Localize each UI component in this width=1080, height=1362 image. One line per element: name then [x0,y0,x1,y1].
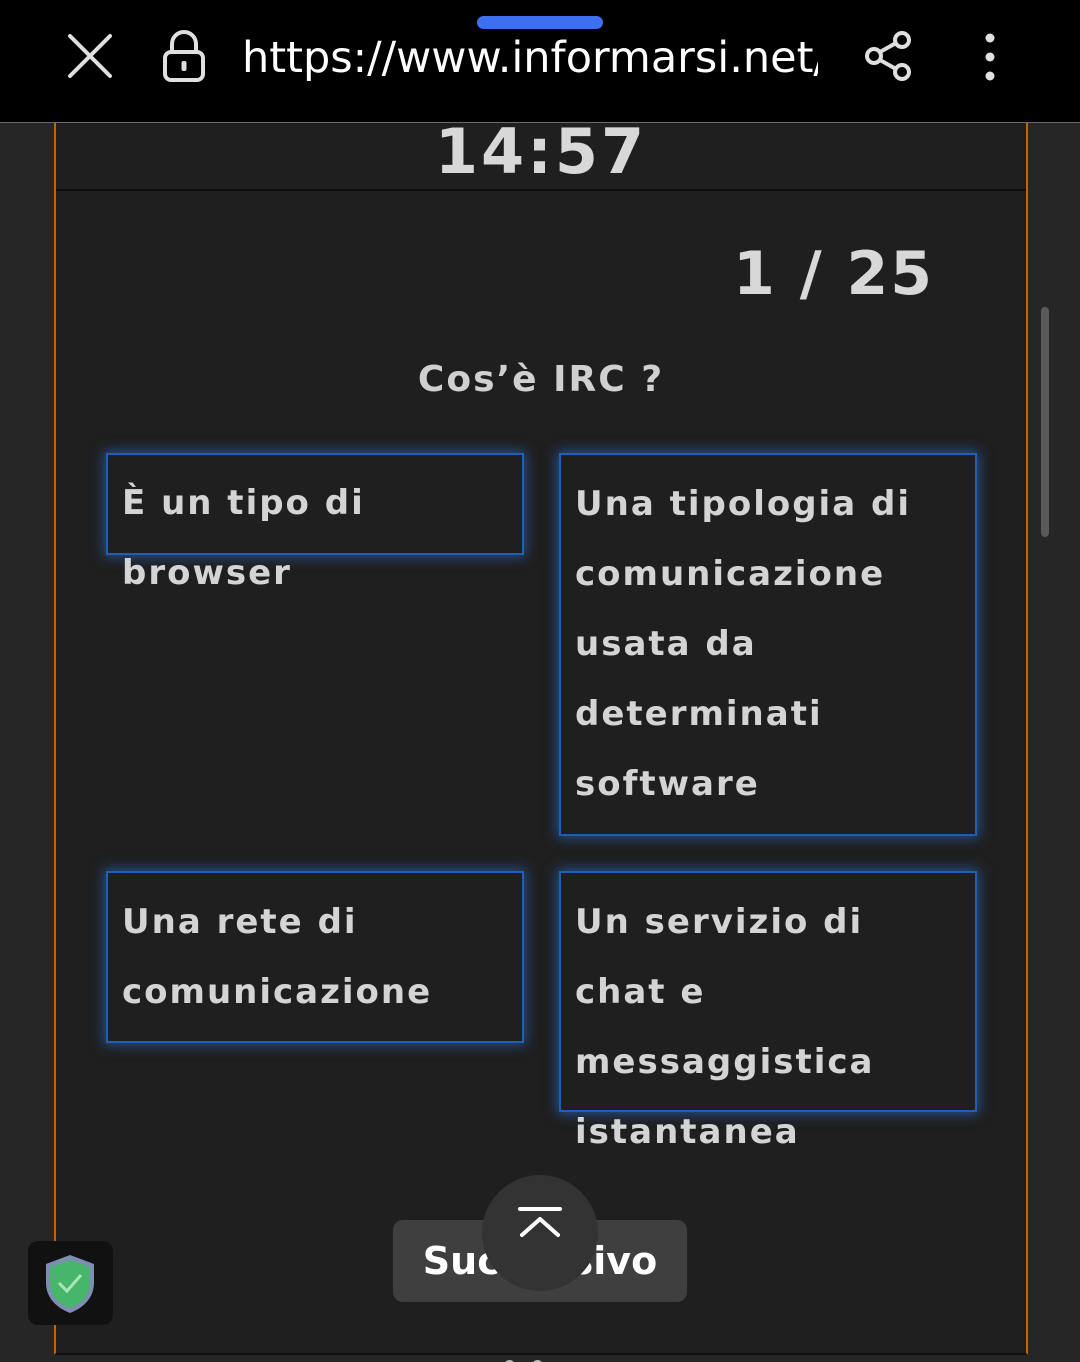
shield-icon[interactable] [28,1241,113,1325]
chevron-up-icon [518,1207,562,1237]
quiz-timer: 14:57 [434,123,648,188]
close-icon[interactable] [62,28,118,84]
lock-icon[interactable] [160,30,208,84]
address-bar[interactable]: https://www.informarsi.net/t [242,28,818,88]
browser-toolbar: https://www.informarsi.net/t [0,0,1080,123]
quiz-card: 14:57 1 / 25 Cos’è IRC ? È un tipo di br… [54,123,1028,1355]
page-content: 14:57 1 / 25 Cos’è IRC ? È un tipo di br… [0,123,1080,1362]
divider [56,189,1026,191]
more-vert-icon[interactable] [975,30,1005,84]
answer-option-3[interactable]: Una rete di comunicazione [106,871,524,1043]
page-scrollbar[interactable] [1041,307,1049,537]
scroll-to-top-button[interactable] [482,1175,598,1291]
pager-dots [504,1356,576,1362]
answer-option-2[interactable]: Una tipologia di comunicazione usata da … [559,453,977,836]
share-icon[interactable] [862,30,914,82]
question-counter: 1 / 25 [733,239,934,309]
answer-option-4[interactable]: Un servizio di chat e messaggistica ista… [559,871,977,1152]
answer-option-1[interactable]: È un tipo di browser [106,453,524,593]
question-text: Cos’è IRC ? [417,359,665,400]
